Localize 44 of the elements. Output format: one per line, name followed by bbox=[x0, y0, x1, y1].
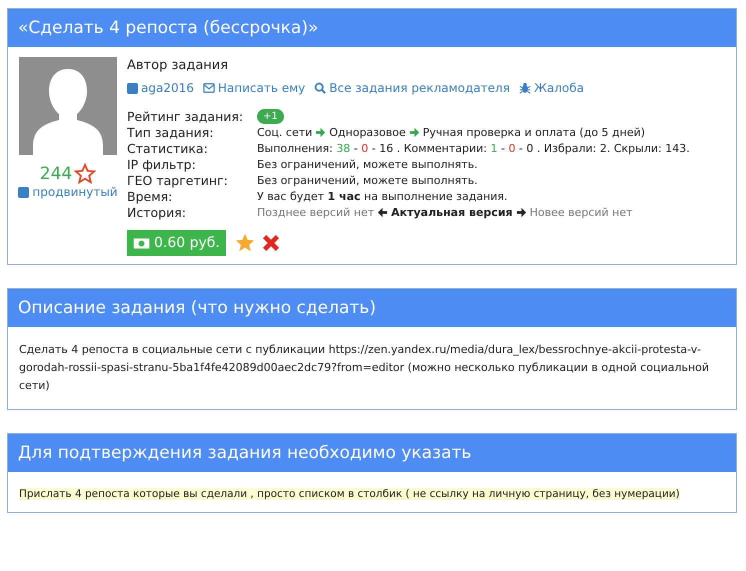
arrow-right-icon bbox=[315, 127, 326, 138]
author-level-link[interactable]: продвинутый bbox=[32, 185, 118, 199]
bug-icon bbox=[518, 82, 531, 94]
star-icon[interactable] bbox=[234, 232, 256, 254]
statistics-text: Выполнения: 38 - 0 - 16 . Комментарии: 1 - 0 - 0 . Избрали: 2. Скрыли: 143. bbox=[257, 142, 691, 155]
field-value: Без ограничений, можете выполнять. bbox=[257, 174, 479, 187]
arrow-left-icon bbox=[377, 207, 388, 218]
newer-version-text: Новее версий нет bbox=[530, 206, 633, 219]
search-icon bbox=[314, 82, 326, 94]
author-link[interactable]: Жалоба bbox=[518, 81, 584, 95]
envelope-icon bbox=[202, 82, 215, 94]
field-label: ГЕО таргетинг: bbox=[127, 173, 229, 188]
arrow-right-icon bbox=[516, 207, 527, 218]
square-icon bbox=[18, 186, 30, 198]
field-value: У вас будет 1 час на выполнение задания. bbox=[257, 190, 509, 203]
confirmation-text: Прислать 4 репоста которые вы сделали , просто списком в столбик ( не ссылку на личную страницу, без нумерации) bbox=[19, 488, 680, 500]
author-link[interactable]: Написать ему bbox=[202, 81, 306, 95]
author-link[interactable]: Все задания рекламодателя bbox=[314, 81, 510, 95]
older-version-text: Позднее версий нет bbox=[257, 206, 374, 219]
field-label: Статистика: bbox=[127, 141, 209, 156]
panel-title: «Сделать 4 репоста (бессрочка)» bbox=[8, 9, 736, 47]
field-label: Время: bbox=[127, 189, 174, 204]
task-type-step: Ручная проверка и оплата (до 5 дней) bbox=[422, 126, 646, 139]
panel-title: Для подтверждения задания необходимо указать bbox=[8, 434, 736, 472]
current-version-text: Актуальная версия bbox=[391, 206, 513, 219]
panel-title: Описание задания (что нужно сделать) bbox=[8, 289, 736, 327]
author-heading: Автор задания bbox=[127, 58, 230, 73]
arrow-right-icon bbox=[408, 127, 420, 138]
field-label: Рейтинг задания: bbox=[127, 109, 244, 124]
star-outline-icon bbox=[74, 163, 96, 185]
author-link[interactable]: aga2016 bbox=[127, 81, 194, 95]
square-icon bbox=[127, 82, 138, 94]
field-label: IP фильтр: bbox=[127, 157, 197, 172]
price-badge: 0.60 руб. bbox=[127, 230, 226, 256]
avatar-silhouette-icon bbox=[19, 57, 117, 155]
author-score: 244 bbox=[40, 164, 72, 184]
description-text: Сделать 4 репоста в социальные сети с публикации https://zen.yandex.ru/media/dura_lex/bessrochnye-akcii-protesta-v-gorodah-rossii-spasi-stranu-5ba1f4fe42089d00aec2dc79?from=editor (можно несколько публикации в одной социальной сети) bbox=[19, 342, 710, 394]
task-type-step: Соц. сети bbox=[257, 126, 312, 139]
task-type-step: Одноразовое bbox=[329, 126, 406, 139]
banknote-icon bbox=[133, 238, 150, 248]
field-label: Тип задания: bbox=[127, 125, 215, 140]
rating-badge: +1 bbox=[257, 109, 284, 124]
field-label: История: bbox=[127, 205, 187, 220]
field-value: Без ограничений, можете выполнять. bbox=[257, 158, 479, 171]
